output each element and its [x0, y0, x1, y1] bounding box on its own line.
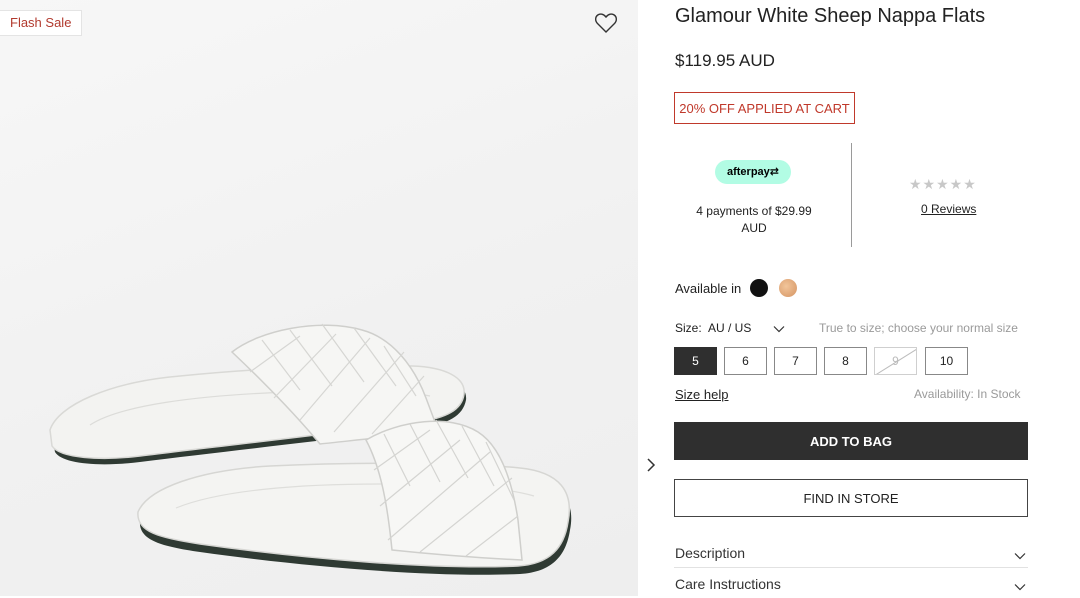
heart-outline-icon[interactable] [594, 12, 618, 34]
product-image [49, 323, 572, 575]
promo-badge: 20% OFF APPLIED AT CART [674, 92, 855, 124]
afterpay-logo-text: afterpay [726, 166, 770, 178]
size-help-link[interactable]: Size help [675, 387, 728, 402]
size-option-5[interactable]: 5 [674, 347, 717, 375]
add-to-bag-button[interactable]: ADD TO BAG [674, 422, 1028, 460]
size-fit-note: True to size; choose your normal size [819, 321, 1018, 335]
size-option-6[interactable]: 6 [724, 347, 767, 375]
size-option-10[interactable]: 10 [925, 347, 968, 375]
chevron-down-icon[interactable] [773, 325, 785, 333]
accordion-care-instructions-label: Care Instructions [675, 576, 781, 592]
afterpay-installments: 4 payments of $29.99 AUD [696, 204, 812, 235]
reviews-link[interactable]: 0 Reviews [921, 202, 976, 216]
accordion-care-instructions[interactable]: Care Instructions [674, 574, 1028, 598]
accordion-description[interactable]: Description [674, 543, 1028, 567]
product-image-gallery[interactable]: Flash Sale [0, 0, 638, 596]
rating-stars: ★★★★★ [909, 176, 977, 192]
chevron-down-icon [1014, 553, 1026, 560]
flash-sale-badge: Flash Sale [0, 10, 83, 36]
product-title: Glamour White Sheep Nappa Flats [675, 5, 986, 27]
accordion-description-label: Description [675, 545, 746, 561]
chevron-down-icon [1014, 584, 1026, 591]
accordion-divider [674, 567, 1028, 568]
size-system-select[interactable]: AU / US [708, 321, 751, 335]
color-swatch-tan[interactable] [779, 279, 797, 297]
size-option-8[interactable]: 8 [824, 347, 867, 375]
product-price: $119.95 AUD [675, 51, 775, 70]
find-in-store-button[interactable]: FIND IN STORE [674, 479, 1028, 517]
size-option-9-out-of-stock: 9 [874, 347, 917, 375]
color-swatch-black[interactable] [750, 279, 768, 297]
chevron-right-icon[interactable] [643, 455, 659, 475]
size-label: Size: [675, 321, 702, 335]
vertical-divider [851, 143, 852, 247]
afterpay-arrows-icon: ⇄ [769, 166, 779, 178]
size-option-7[interactable]: 7 [774, 347, 817, 375]
afterpay-logo[interactable]: afterpay⇄ [715, 160, 791, 184]
available-in-label: Available in [675, 281, 742, 296]
availability-status: Availability: In Stock [914, 387, 1021, 401]
